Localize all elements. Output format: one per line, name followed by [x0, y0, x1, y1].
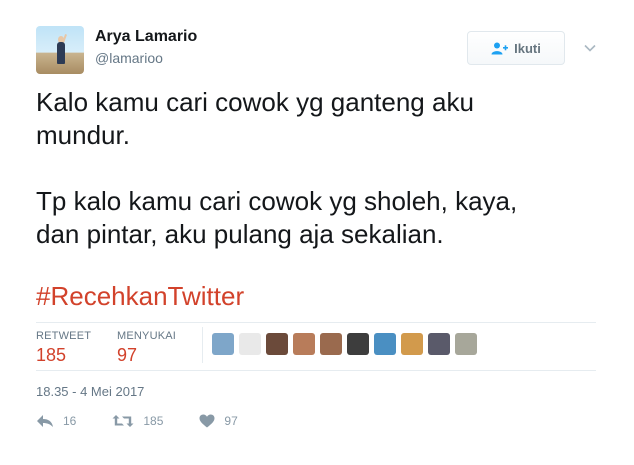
retweet-stat-label: RETWEET	[36, 330, 92, 342]
user-avatar[interactable]	[36, 26, 84, 74]
divider-bottom	[36, 370, 596, 371]
retweet-count: 185	[143, 414, 164, 428]
reply-button[interactable]: 16	[36, 414, 76, 428]
liker-avatar[interactable]	[266, 333, 288, 355]
follow-button-label: Ikuti	[514, 40, 541, 56]
liker-avatar[interactable]	[320, 333, 342, 355]
reply-count: 16	[63, 414, 77, 428]
stat-separator	[202, 327, 203, 363]
retweet-button[interactable]: 185	[112, 414, 163, 428]
heart-icon	[199, 414, 215, 428]
liker-avatars	[212, 333, 477, 355]
retweet-stat[interactable]: RETWEET 185	[36, 330, 91, 366]
hashtag-link[interactable]: #RecehkanTwitter	[36, 280, 244, 313]
divider-top	[36, 322, 596, 323]
avatar-figure-body	[57, 42, 65, 64]
tweet-text: Kalo kamu cari cowok yg ganteng aku mund…	[36, 87, 518, 249]
like-stat-label: MENYUKAI	[117, 330, 177, 342]
liker-avatar[interactable]	[455, 333, 477, 355]
like-stat-value: 97	[117, 345, 138, 365]
liker-avatar[interactable]	[212, 333, 234, 355]
user-display-name[interactable]: Arya Lamario	[95, 28, 197, 46]
liker-avatar[interactable]	[239, 333, 261, 355]
user-handle[interactable]: @lamarioo	[95, 50, 163, 66]
follow-button[interactable]: Ikuti	[467, 31, 565, 65]
liker-avatar[interactable]	[374, 333, 396, 355]
retweet-icon	[112, 414, 134, 428]
liker-avatar[interactable]	[347, 333, 369, 355]
liker-avatar[interactable]	[293, 333, 315, 355]
like-button[interactable]: 97	[199, 414, 238, 428]
retweet-stat-value: 185	[36, 345, 67, 365]
chevron-down-icon[interactable]	[582, 40, 598, 56]
person-plus-icon	[491, 42, 509, 55]
liker-avatar[interactable]	[401, 333, 423, 355]
tweet-timestamp[interactable]: 18.35 - 4 Mei 2017	[36, 384, 144, 399]
tweet-actions: 16 185 97	[36, 414, 274, 428]
like-stat[interactable]: MENYUKAI 97	[117, 330, 176, 366]
liker-avatar[interactable]	[428, 333, 450, 355]
like-count: 97	[224, 414, 238, 428]
reply-icon	[36, 414, 54, 428]
